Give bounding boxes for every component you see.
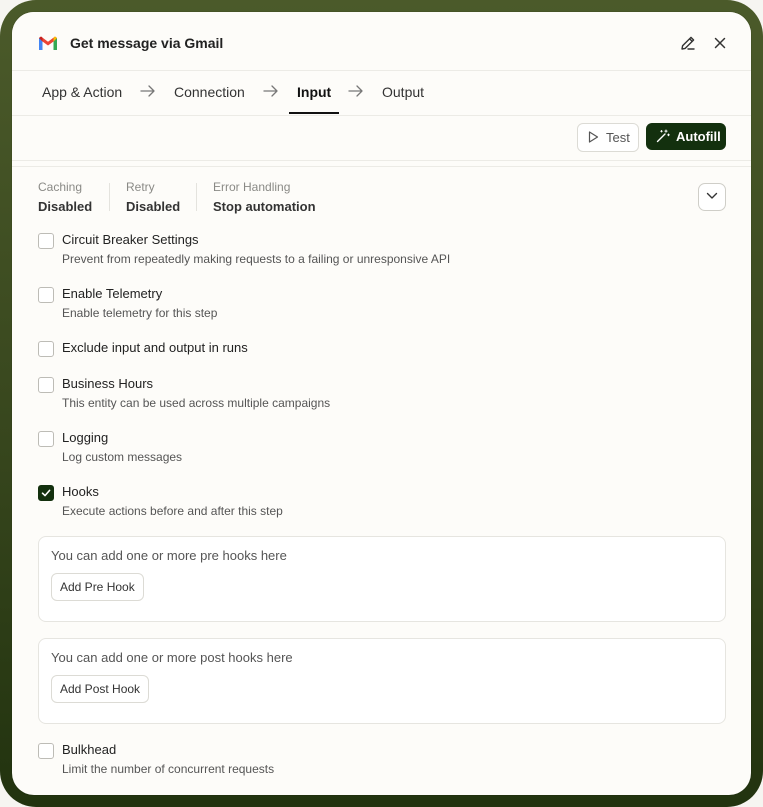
add-post-hook-button[interactable]: Add Post Hook [51, 675, 150, 703]
pre-hooks-box: You can add one or more pre hooks here A… [38, 536, 726, 622]
step-config-panel: Get message via Gmail App & Action Conne… [12, 12, 751, 795]
test-button[interactable]: Test [577, 123, 639, 152]
option-title: Exclude input and output in runs [62, 340, 248, 355]
step-input[interactable]: Input [297, 84, 331, 100]
chevron-down-icon [706, 192, 718, 199]
option-description: This entity can be used across multiple … [62, 396, 331, 410]
option-description: Enable telemetry for this step [62, 306, 218, 320]
arrow-right-icon [348, 85, 363, 97]
step-app-action[interactable]: App & Action [42, 84, 122, 100]
checkmark-icon [41, 489, 51, 497]
caching-value: Disabled [38, 199, 93, 214]
page-title: Get message via Gmail [70, 35, 224, 51]
step-output[interactable]: Output [382, 84, 424, 100]
option-description: Prevent from repeatedly making requests … [62, 252, 451, 266]
divider [196, 183, 197, 211]
step-connection[interactable]: Connection [174, 84, 245, 100]
error-handling-label: Error Handling [213, 180, 291, 194]
error-handling-value: Stop automation [213, 199, 316, 214]
pre-hooks-text: You can add one or more pre hooks here [51, 548, 287, 563]
step-navigation: App & Action Connection Input Output [12, 70, 751, 116]
gmail-logo-icon [39, 36, 57, 50]
option-title: Hooks [62, 484, 99, 499]
autofill-button[interactable]: Autofill [646, 123, 726, 150]
play-icon [588, 131, 599, 143]
magic-wand-icon [656, 129, 670, 143]
test-button-label: Test [606, 130, 630, 145]
caching-summary: Caching Disabled [38, 180, 92, 214]
business-hours-checkbox[interactable] [38, 377, 54, 393]
circuit-breaker-checkbox[interactable] [38, 233, 54, 249]
retry-value: Disabled [126, 199, 181, 214]
option-title: Enable Telemetry [62, 286, 163, 301]
retry-label: Retry [126, 180, 155, 194]
retry-summary: Retry Disabled [126, 180, 180, 214]
hooks-checkbox[interactable] [38, 485, 54, 501]
option-description: Limit the number of concurrent requests [62, 762, 275, 776]
expand-settings-button[interactable] [698, 183, 726, 211]
option-title: Bulkhead [62, 742, 117, 757]
pencil-icon[interactable] [679, 34, 697, 52]
option-title: Circuit Breaker Settings [62, 232, 199, 247]
close-icon[interactable] [712, 35, 728, 51]
option-description: Execute actions before and after this st… [62, 504, 283, 518]
arrow-right-icon [140, 85, 155, 97]
logging-checkbox[interactable] [38, 431, 54, 447]
settings-content: Circuit Breaker Settings Prevent from re… [12, 225, 751, 795]
active-step-indicator [289, 112, 339, 114]
panel-header: Get message via Gmail [12, 12, 751, 71]
divider [109, 183, 110, 211]
error-handling-summary: Error Handling Stop automation [213, 180, 316, 214]
exclude-io-checkbox[interactable] [38, 341, 54, 357]
enable-telemetry-checkbox[interactable] [38, 287, 54, 303]
caching-label: Caching [38, 180, 83, 194]
add-pre-hook-button[interactable]: Add Pre Hook [51, 573, 144, 601]
bulkhead-checkbox[interactable] [38, 743, 54, 759]
option-title: Logging [62, 430, 109, 445]
post-hooks-text: You can add one or more post hooks here [51, 650, 293, 665]
autofill-button-label: Autofill [676, 129, 721, 144]
option-description: Log custom messages [62, 450, 183, 464]
option-title: Business Hours [62, 376, 154, 391]
settings-summary: Caching Disabled Retry Disabled Error Ha… [12, 167, 751, 225]
action-toolbar: Test Autofill [12, 115, 751, 161]
arrow-right-icon [263, 85, 278, 97]
post-hooks-box: You can add one or more post hooks here … [38, 638, 726, 724]
